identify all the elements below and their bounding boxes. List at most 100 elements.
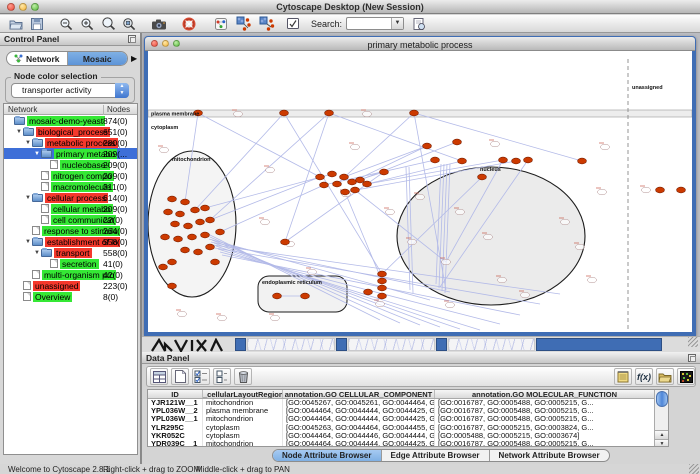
attribute-editor-button[interactable] — [614, 368, 632, 385]
disclosure-triangle-icon[interactable]: ▼ — [24, 140, 32, 146]
network-tool-2-button[interactable] — [259, 16, 275, 32]
network-node-outline[interactable] — [363, 111, 372, 117]
network-view-frame[interactable]: primary metabolic process plasma membran… — [144, 36, 696, 336]
background-window-corner[interactable] — [436, 338, 447, 351]
network-tool-1-button[interactable] — [236, 16, 252, 32]
network-node[interactable] — [340, 174, 349, 180]
tree-row[interactable]: response to stimulu264(0) — [4, 225, 137, 236]
open-session-button[interactable] — [8, 16, 24, 32]
scroll-down-icon[interactable]: ▼ — [655, 439, 669, 447]
scroll-up-icon[interactable]: ▲ — [655, 430, 669, 439]
network-node-outline[interactable] — [521, 292, 530, 298]
zoom-in-button[interactable] — [79, 16, 95, 32]
network-node-outline[interactable] — [178, 311, 187, 317]
network-node-outline[interactable] — [561, 219, 570, 225]
network-node-outline[interactable] — [271, 315, 280, 321]
tree-row[interactable]: unassigned223(0) — [4, 280, 137, 291]
network-edge[interactable] — [284, 113, 382, 274]
network-node[interactable] — [191, 207, 200, 213]
help-button[interactable] — [181, 16, 197, 32]
table-scrollbar[interactable]: ▲ ▼ — [654, 390, 669, 447]
network-node[interactable] — [380, 169, 389, 175]
network-node[interactable] — [364, 289, 373, 295]
tab-node-attribute-browser[interactable]: Node Attribute Browser — [273, 450, 381, 461]
disclosure-triangle-icon[interactable]: ▼ — [24, 195, 32, 201]
tree-row[interactable]: Overview8(0) — [4, 291, 137, 302]
network-node[interactable] — [206, 244, 215, 250]
tab-edge-attribute-browser[interactable]: Edge Attribute Browser — [381, 450, 489, 461]
tree-row[interactable]: secretion41(0) — [4, 258, 137, 269]
column-header[interactable]: annotation.GO CELLULAR_COMPONENT — [283, 390, 435, 398]
tree-row[interactable]: ▼transport558(0) — [4, 247, 137, 258]
network-node-outline[interactable] — [308, 269, 317, 275]
attribute-table-button[interactable] — [150, 368, 168, 385]
tree-column-nodes[interactable]: Nodes — [103, 105, 130, 115]
table-row[interactable]: YPL036W__1mitochondrion[GO:0044464, GO:0… — [148, 415, 668, 423]
network-node[interactable] — [316, 174, 325, 180]
search-input[interactable] — [348, 19, 390, 28]
table-row[interactable]: YLR295Ccytoplasm[GO:0045263, GO:0044464,… — [148, 424, 668, 432]
save-session-button[interactable] — [29, 16, 45, 32]
background-window-content[interactable] — [448, 338, 535, 351]
tab-network[interactable]: Network — [7, 52, 67, 65]
network-node-outline[interactable] — [588, 277, 597, 283]
network-node[interactable] — [512, 158, 521, 164]
network-node[interactable] — [351, 187, 360, 193]
network-node[interactable] — [578, 158, 587, 164]
network-node[interactable] — [174, 236, 183, 242]
network-node[interactable] — [171, 221, 180, 227]
network-node[interactable] — [196, 219, 205, 225]
network-node-outline[interactable] — [261, 219, 270, 225]
network-node[interactable] — [431, 157, 440, 163]
zoom-fit-button[interactable] — [100, 16, 116, 32]
tab-overflow-arrow[interactable]: ▶ — [131, 54, 137, 63]
network-canvas-svg[interactable]: plasma membrane cytoplasm mitochondrion … — [148, 51, 692, 332]
import-attributes-button[interactable] — [656, 368, 674, 385]
search-options-button[interactable] — [285, 16, 301, 32]
column-header[interactable]: ID — [148, 390, 203, 398]
network-node[interactable] — [176, 211, 185, 217]
tree-row[interactable]: macromolecule311(0) — [4, 181, 137, 192]
unselect-attributes-button[interactable] — [213, 368, 231, 385]
network-node[interactable] — [280, 110, 289, 116]
tree-row[interactable]: multi-organism pro42(0) — [4, 269, 137, 280]
tree-row[interactable]: cellular metabo209(0) — [4, 203, 137, 214]
network-node-outline[interactable] — [456, 209, 465, 215]
network-node[interactable] — [363, 181, 372, 187]
network-node[interactable] — [378, 285, 387, 291]
network-node-outline[interactable] — [484, 234, 493, 240]
network-node[interactable] — [168, 283, 177, 289]
network-node-outline[interactable] — [576, 244, 585, 250]
network-edge[interactable] — [345, 192, 382, 281]
network-node[interactable] — [341, 189, 350, 195]
table-row[interactable]: YJR121W__1mitochondrion[GO:0045267, GO:0… — [148, 399, 668, 407]
network-node[interactable] — [410, 110, 419, 116]
tree-column-network[interactable]: Network — [8, 105, 37, 114]
attribute-matrix-button[interactable] — [677, 368, 695, 385]
network-canvas[interactable]: plasma membrane cytoplasm mitochondrion … — [148, 51, 692, 332]
network-edge[interactable] — [329, 113, 462, 161]
network-node[interactable] — [348, 179, 357, 185]
background-window-titlebar[interactable] — [536, 338, 662, 351]
new-attribute-button[interactable] — [171, 368, 189, 385]
network-node[interactable] — [201, 232, 210, 238]
search-dropdown-icon[interactable]: ▼ — [391, 18, 403, 29]
tree-row[interactable]: cell communicat22(0) — [4, 214, 137, 225]
network-node[interactable] — [168, 259, 177, 265]
network-node[interactable] — [378, 271, 387, 277]
network-node-outline[interactable] — [266, 167, 275, 173]
tab-mosaic[interactable]: Mosaic — [67, 52, 128, 65]
column-header[interactable]: _cellularLayoutRegion — [203, 390, 283, 398]
network-node-outline[interactable] — [218, 315, 227, 321]
network-node[interactable] — [273, 293, 282, 299]
network-node[interactable] — [677, 187, 686, 193]
delete-attribute-button[interactable] — [234, 368, 252, 385]
network-node-outline[interactable] — [351, 144, 360, 150]
tree-row[interactable]: nitrogen compo209(0) — [4, 170, 137, 181]
network-node[interactable] — [656, 187, 665, 193]
background-window-corner[interactable] — [336, 338, 347, 351]
network-node[interactable] — [325, 110, 334, 116]
table-row[interactable]: YKR052Ccytoplasm[GO:0044464, GO:0044446,… — [148, 432, 668, 440]
network-node-outline[interactable] — [598, 189, 607, 195]
tree-row[interactable]: ▼primary metabo209(... — [4, 148, 137, 159]
